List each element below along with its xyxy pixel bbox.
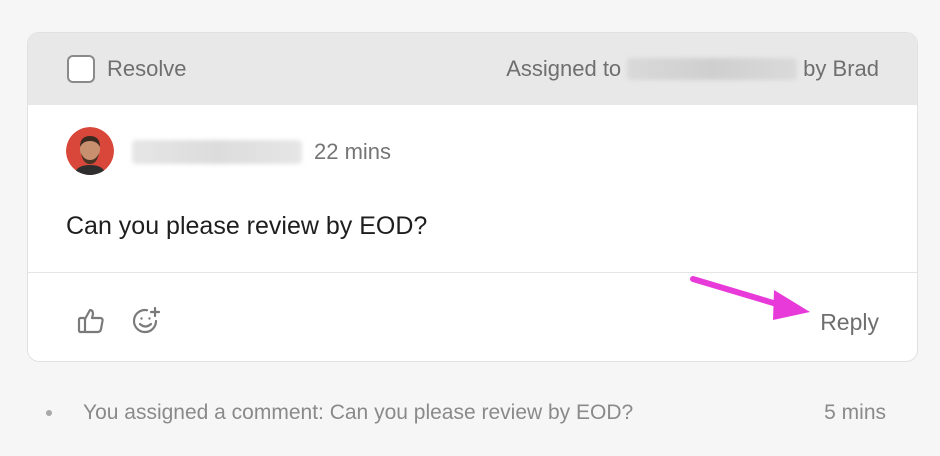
resolve-checkbox[interactable]	[67, 55, 95, 83]
comment-header: Resolve Assigned to by Brad	[28, 33, 917, 105]
bullet-icon	[46, 410, 52, 416]
author-name-redacted	[132, 140, 302, 164]
assignee-name-redacted	[627, 58, 798, 80]
author-avatar[interactable]	[66, 127, 114, 175]
comment-text: Can you please review by EOD?	[66, 212, 428, 240]
add-emoji-icon[interactable]	[130, 305, 162, 337]
comment-time: 22 mins	[314, 139, 392, 164]
reply-button[interactable]: Reply	[820, 308, 879, 336]
activity-time: 5 mins	[824, 401, 886, 424]
resolve-label[interactable]: Resolve	[107, 56, 186, 82]
activity-item: You assigned a comment: Can you please r…	[46, 398, 886, 428]
annotation-arrow-icon	[690, 276, 810, 320]
activity-text: You assigned a comment: Can you please r…	[83, 401, 634, 424]
assignment-info: Assigned to by Brad	[506, 56, 879, 82]
assigned-by: by Brad	[803, 56, 879, 81]
assigned-prefix: Assigned to	[506, 56, 622, 81]
thumbs-up-icon[interactable]	[75, 305, 107, 337]
